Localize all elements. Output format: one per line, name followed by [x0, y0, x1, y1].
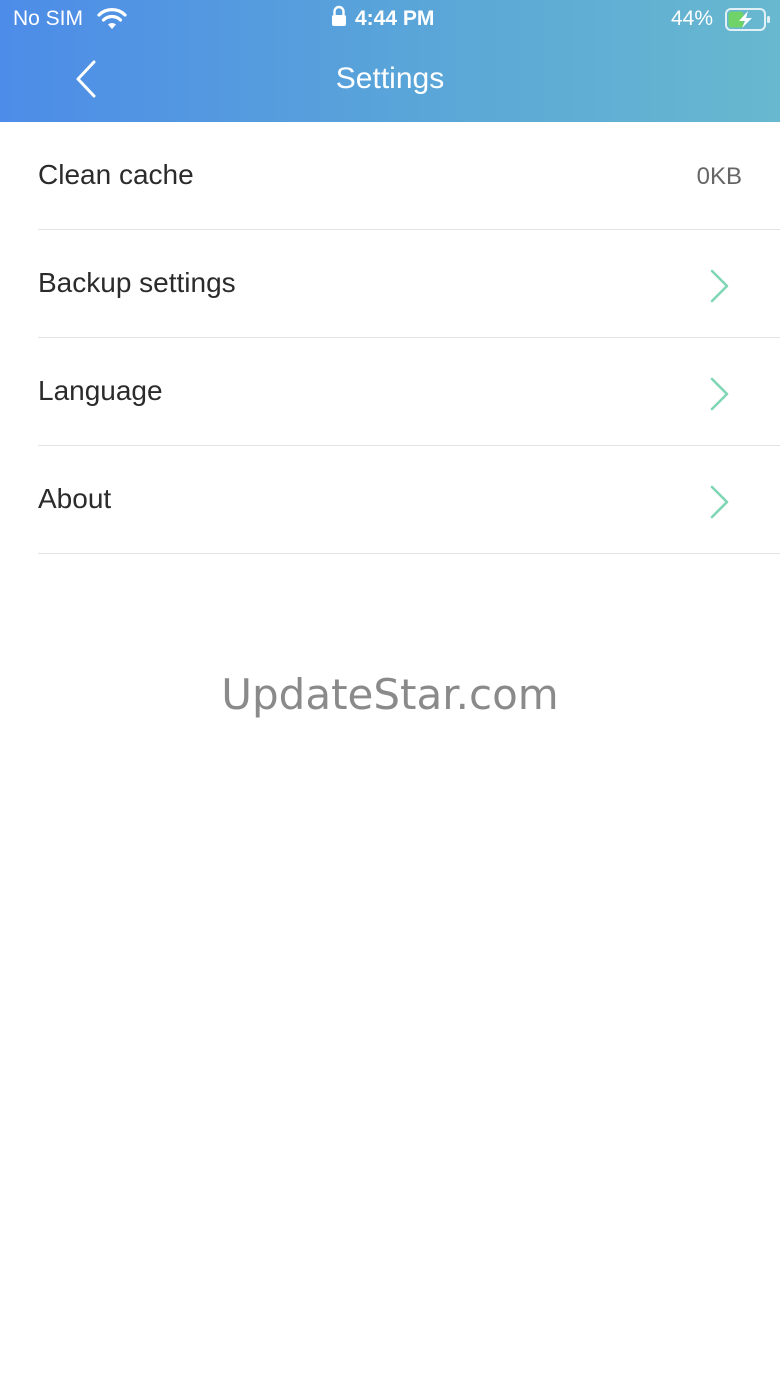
- settings-row-label: Clean cache: [38, 159, 194, 190]
- header: No SIM 4:44 PM 44% Settings: [0, 0, 780, 122]
- settings-row-label: Backup settings: [38, 267, 236, 298]
- page-title: Settings: [335, 62, 445, 95]
- cache-size-value: 0KB: [696, 163, 742, 190]
- watermark-text: UpdateStar.com: [221, 670, 559, 719]
- chevron-right-icon: [710, 269, 729, 303]
- carrier-label: No SIM: [13, 7, 84, 30]
- clock: 4:44 PM: [355, 7, 435, 30]
- lock-icon: [332, 5, 346, 26]
- settings-row-label: Language: [38, 375, 163, 406]
- chevron-right-icon: [710, 485, 729, 519]
- wifi-icon: [97, 8, 127, 29]
- battery-percent: 44%: [671, 7, 714, 30]
- settings-row-language[interactable]: Language: [38, 338, 780, 446]
- chevron-right-icon: [710, 377, 729, 411]
- settings-row-backup-settings[interactable]: Backup settings: [38, 230, 780, 338]
- settings-row-label: About: [38, 483, 112, 514]
- nav-bar: Settings: [0, 40, 780, 122]
- settings-row-about[interactable]: About: [38, 446, 780, 554]
- status-bar: No SIM 4:44 PM 44%: [0, 0, 780, 40]
- settings-row-clean-cache[interactable]: Clean cache 0KB: [38, 122, 780, 230]
- battery-charging-icon: [725, 8, 770, 31]
- settings-list: Clean cache 0KB Backup settings Language…: [0, 122, 780, 554]
